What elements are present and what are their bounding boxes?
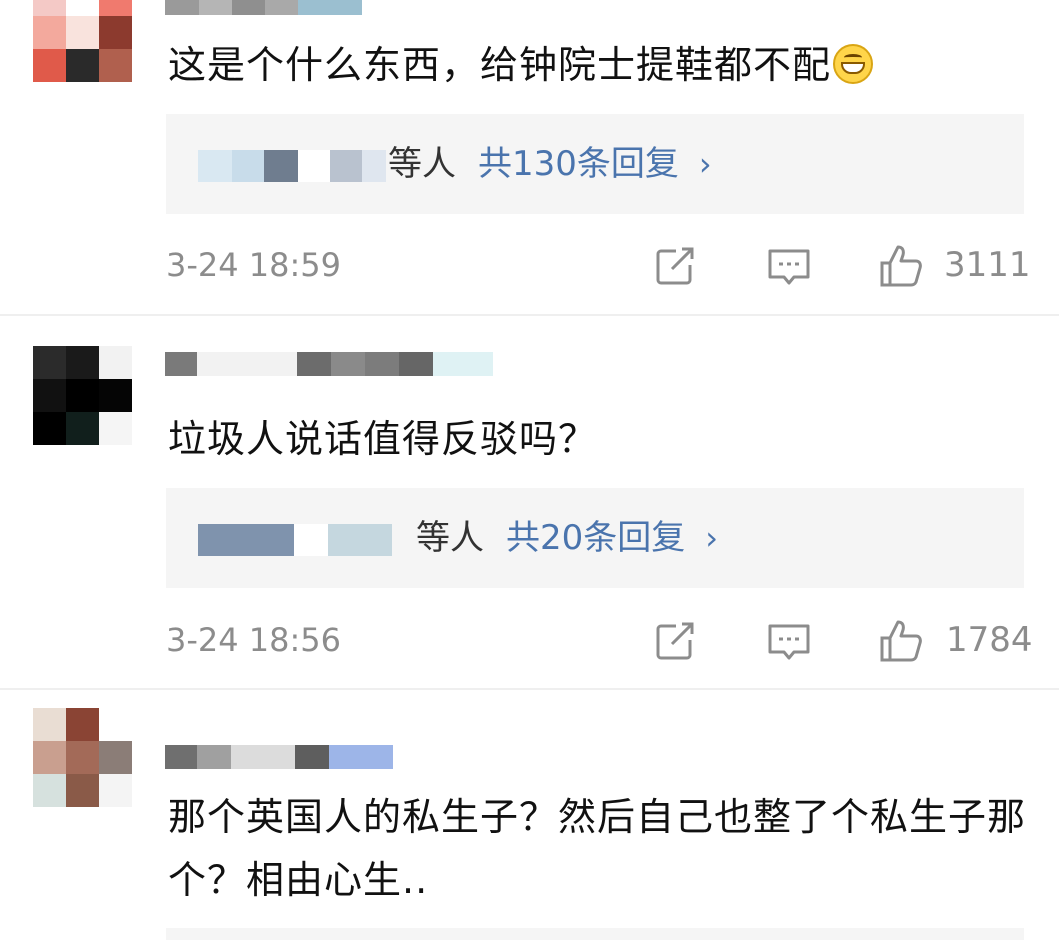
replies-preview[interactable] — [166, 928, 1024, 940]
username-blur-block — [399, 352, 433, 376]
avatar-pixel — [99, 346, 132, 379]
avatar-pixel — [33, 49, 66, 82]
avatar-pixel — [66, 708, 99, 741]
avatar[interactable] — [33, 346, 132, 445]
username-blur-block — [298, 0, 362, 15]
grinning-face-icon — [833, 44, 874, 84]
repost-icon[interactable] — [652, 618, 698, 664]
reply-count-link[interactable]: 共130条回复 — [478, 144, 679, 184]
comment-icon[interactable] — [766, 618, 812, 664]
username-blur-block — [197, 352, 297, 376]
username-blurred[interactable] — [165, 740, 393, 774]
avatar[interactable] — [33, 708, 132, 807]
avatar-pixel — [99, 708, 132, 741]
comment-meta: 3-24 18:56 1784 — [166, 618, 1033, 664]
replier-blur-block — [294, 524, 328, 556]
avatar-pixel — [99, 49, 132, 82]
username-blur-block — [265, 0, 298, 15]
avatar-pixel — [66, 379, 99, 412]
replier-blur-block — [264, 150, 298, 182]
replier-blur-block — [198, 524, 294, 556]
avatar-pixel — [66, 16, 99, 49]
avatar-pixel — [33, 741, 66, 774]
replier-blur-block — [330, 150, 362, 182]
avatar-pixel — [66, 49, 99, 82]
username-blur-block — [433, 352, 493, 376]
replier-blur-block — [198, 150, 232, 182]
like-count: 3111 — [944, 245, 1031, 285]
username-blurred[interactable] — [165, 347, 493, 381]
replier-names-blurred — [198, 524, 412, 556]
replier-suffix: 等人 — [416, 518, 484, 558]
avatar-pixel — [99, 774, 132, 807]
avatar-pixel — [66, 774, 99, 807]
comment-text: 这是个什么东西，给钟院士提鞋都不配 — [168, 42, 874, 88]
username-blurred[interactable] — [165, 0, 362, 20]
avatar-pixel — [66, 0, 99, 16]
username-blur-block — [232, 0, 265, 15]
avatar-pixel — [33, 412, 66, 445]
replier-blur-block — [328, 524, 392, 556]
comment-text: 垃圾人说话值得反驳吗？ — [168, 417, 598, 461]
avatar-pixel — [99, 16, 132, 49]
replier-blur-block — [362, 150, 386, 182]
replies-preview[interactable]: 等人 共20条回复 › — [166, 488, 1024, 588]
replier-blur-block — [298, 150, 330, 182]
comment-timestamp: 3-24 18:56 — [166, 621, 342, 659]
chevron-right-icon: › — [705, 519, 719, 557]
comment-divider — [0, 314, 1059, 316]
avatar-pixel — [33, 774, 66, 807]
comment-timestamp: 3-24 18:59 — [166, 246, 342, 284]
username-blur-block — [329, 745, 393, 769]
username-blur-block — [165, 745, 197, 769]
avatar-pixel — [33, 0, 66, 16]
replier-blur-block — [392, 524, 412, 556]
avatar-pixel — [66, 346, 99, 379]
username-blur-block — [297, 352, 331, 376]
replier-blur-block — [232, 150, 264, 182]
thumbs-up-icon[interactable] — [878, 618, 924, 664]
avatar-pixel — [33, 379, 66, 412]
comment-divider — [0, 688, 1059, 690]
avatar-pixel — [99, 741, 132, 774]
username-blur-block — [165, 352, 197, 376]
reply-count-link[interactable]: 共20条回复 — [506, 518, 685, 558]
replier-names-blurred — [198, 150, 386, 182]
thumbs-up-icon[interactable] — [878, 243, 924, 289]
avatar[interactable] — [33, 0, 132, 82]
replies-preview[interactable]: 等人 共130条回复 › — [166, 114, 1024, 214]
comment-icon[interactable] — [766, 243, 812, 289]
username-blur-block — [165, 0, 199, 15]
avatar-pixel — [66, 412, 99, 445]
avatar-pixel — [99, 0, 132, 16]
username-blur-block — [231, 745, 295, 769]
replier-suffix: 等人 — [388, 144, 456, 184]
avatar-pixel — [33, 708, 66, 741]
comment-meta: 3-24 18:59 3111 — [166, 243, 1031, 289]
avatar-pixel — [99, 379, 132, 412]
username-blur-block — [199, 0, 232, 15]
avatar-pixel — [66, 741, 99, 774]
repost-icon[interactable] — [652, 243, 698, 289]
comment-text: 那个英国人的私生子？然后自己也整了个私生子那个？相由心生.. — [168, 795, 1027, 902]
avatar-pixel — [33, 346, 66, 379]
username-blur-block — [365, 352, 399, 376]
like-count: 1784 — [946, 620, 1033, 660]
username-blur-block — [331, 352, 365, 376]
avatar-pixel — [33, 16, 66, 49]
username-blur-block — [295, 745, 329, 769]
chevron-right-icon: › — [698, 145, 712, 183]
avatar-pixel — [99, 412, 132, 445]
username-blur-block — [197, 745, 231, 769]
